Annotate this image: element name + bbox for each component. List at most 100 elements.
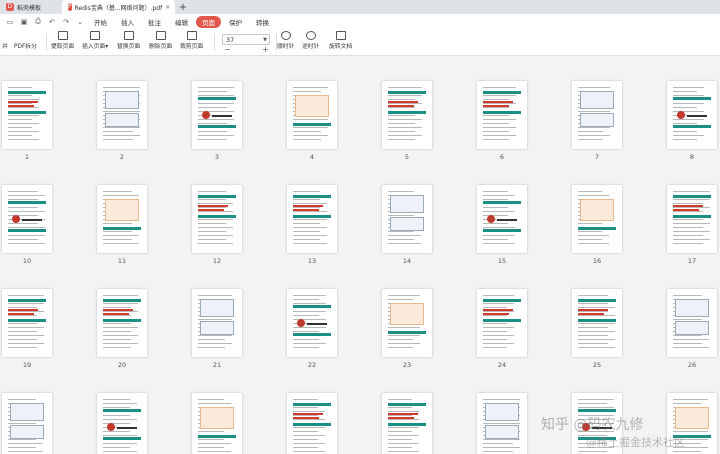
text-line bbox=[673, 95, 704, 96]
text-line bbox=[673, 231, 710, 232]
page-thumbnail[interactable]: 16 bbox=[572, 185, 622, 265]
text-line bbox=[673, 235, 703, 236]
page-thumbnail[interactable] bbox=[97, 393, 147, 454]
logo-figure bbox=[297, 319, 305, 327]
redo-icon[interactable]: ↷ bbox=[60, 16, 72, 28]
text-line bbox=[293, 239, 320, 240]
folder-icon[interactable]: ▭ bbox=[4, 16, 16, 28]
delete-page-button[interactable]: 删除页面 bbox=[149, 31, 172, 50]
zoom-out-icon[interactable]: − bbox=[224, 45, 231, 54]
zoom-in-icon[interactable]: + bbox=[262, 45, 269, 54]
page-thumbnail[interactable]: 25 bbox=[572, 289, 622, 369]
text-line bbox=[483, 119, 516, 120]
merge-label: 并 bbox=[2, 44, 8, 50]
page-thumbnail[interactable]: 12 bbox=[192, 185, 242, 265]
page-thumbnail[interactable]: 15 bbox=[477, 185, 527, 265]
text-line bbox=[8, 127, 32, 128]
extract-page-button[interactable]: 提取页面 bbox=[51, 31, 74, 50]
page-thumbnail[interactable]: 1 bbox=[2, 81, 52, 161]
replace-page-button[interactable]: 替换页面 bbox=[117, 31, 140, 50]
heading-bar bbox=[578, 227, 616, 230]
text-line bbox=[388, 107, 415, 108]
undo-icon[interactable]: ↶ bbox=[46, 16, 58, 28]
page-thumbnail[interactable]: 8 bbox=[667, 81, 717, 161]
chevron-down-icon[interactable]: ⌄ bbox=[74, 16, 86, 28]
menu-comment[interactable]: 批注 bbox=[142, 16, 167, 28]
text-line bbox=[483, 123, 509, 124]
menu-edit[interactable]: 编辑 bbox=[169, 16, 194, 28]
page-thumbnail[interactable]: 4 bbox=[287, 81, 337, 161]
text-line bbox=[673, 191, 710, 192]
tab-label: 稻壳模板 bbox=[17, 4, 42, 12]
tab-docer[interactable]: D 稻壳模板 bbox=[0, 0, 62, 14]
insert-page-button[interactable]: 插入页面▾ bbox=[82, 31, 108, 50]
text-line bbox=[198, 199, 226, 200]
page-thumbnail[interactable]: 5 bbox=[382, 81, 432, 161]
menu-insert[interactable]: 插入 bbox=[115, 16, 140, 28]
page-thumbnail[interactable] bbox=[2, 393, 52, 454]
menu-home[interactable]: 开始 bbox=[88, 16, 113, 28]
text-line bbox=[483, 191, 508, 192]
rotate-clockwise-button[interactable]: 顺时针 bbox=[277, 31, 294, 50]
text-line bbox=[673, 131, 697, 132]
page-thumbnail[interactable]: 23 bbox=[382, 289, 432, 369]
text-line bbox=[483, 399, 520, 400]
menu-page[interactable]: 页面 bbox=[196, 15, 221, 28]
heading-bar bbox=[388, 403, 426, 406]
page-thumbnail[interactable] bbox=[477, 393, 527, 454]
page-thumbnail[interactable]: 14 bbox=[382, 185, 432, 265]
page-thumbnail[interactable]: 22 bbox=[287, 289, 337, 369]
page-thumbnail[interactable]: 19 bbox=[2, 289, 52, 369]
text-line bbox=[388, 115, 415, 116]
text-line bbox=[578, 135, 610, 136]
text-line bbox=[8, 439, 36, 440]
zoom-select[interactable]: 37 ▼ bbox=[222, 34, 270, 45]
merge-button[interactable]: 并 bbox=[0, 31, 10, 50]
page-thumbnail[interactable]: 2 bbox=[97, 81, 147, 161]
text-line bbox=[293, 219, 327, 220]
page-thumbnail[interactable] bbox=[287, 393, 337, 454]
table-figure bbox=[105, 91, 139, 109]
close-tab-icon[interactable]: ✕ bbox=[165, 4, 170, 11]
text-line bbox=[578, 231, 602, 232]
text-line bbox=[103, 303, 138, 304]
print-icon[interactable]: ⎙ bbox=[32, 16, 44, 28]
heading-bar bbox=[673, 215, 711, 218]
save-icon[interactable]: ▣ bbox=[18, 16, 30, 28]
page-thumbnail[interactable] bbox=[192, 393, 242, 454]
new-tab-button[interactable]: + bbox=[175, 0, 191, 14]
rotate-document-button[interactable]: 旋转文档 bbox=[329, 31, 352, 50]
text-line bbox=[103, 335, 138, 336]
text-line bbox=[578, 243, 609, 244]
page-thumbnail[interactable]: 10 bbox=[2, 185, 52, 265]
table-figure bbox=[390, 217, 424, 231]
highlight-line bbox=[388, 101, 418, 103]
tab-pdf-document[interactable]: P Redis宝典（基...网络问题）.pdf ✕ bbox=[62, 0, 175, 14]
text-line bbox=[103, 87, 140, 88]
pdf-split-button[interactable]: PDF拆分 bbox=[14, 31, 37, 50]
page-thumbnail[interactable]: 6 bbox=[477, 81, 527, 161]
table-figure bbox=[10, 425, 44, 439]
text-line bbox=[8, 227, 45, 228]
page-thumbnail[interactable]: 3 bbox=[192, 81, 242, 161]
page-thumbnail[interactable]: 26 bbox=[667, 289, 717, 369]
text-line bbox=[578, 87, 610, 88]
page-thumbnail[interactable]: 11 bbox=[97, 185, 147, 265]
rotate-counterclockwise-button[interactable]: 逆时针 bbox=[302, 31, 319, 50]
text-line bbox=[673, 119, 704, 120]
page-thumbnail[interactable]: 13 bbox=[287, 185, 337, 265]
page-thumbnail[interactable]: 24 bbox=[477, 289, 527, 369]
page-thumbnail[interactable]: 20 bbox=[97, 289, 147, 369]
heading-bar bbox=[483, 299, 521, 302]
page-thumbnail[interactable] bbox=[382, 393, 432, 454]
crop-page-button[interactable]: 裁剪页面 bbox=[180, 31, 203, 50]
text-line bbox=[198, 103, 234, 104]
page-thumbnail[interactable]: 7 bbox=[572, 81, 622, 161]
page-preview bbox=[287, 81, 337, 149]
menu-convert[interactable]: 转换 bbox=[250, 16, 275, 28]
heading-bar bbox=[103, 299, 141, 302]
page-number: 25 bbox=[592, 361, 602, 369]
page-thumbnail[interactable]: 17 bbox=[667, 185, 717, 265]
menu-protect[interactable]: 保护 bbox=[223, 16, 248, 28]
page-thumbnail[interactable]: 21 bbox=[192, 289, 242, 369]
